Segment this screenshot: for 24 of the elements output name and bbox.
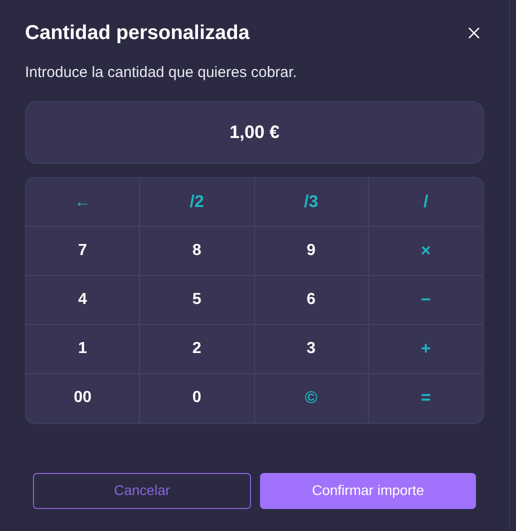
- keypad-key[interactable]: 9: [254, 226, 369, 276]
- keypad-key[interactable]: −: [368, 276, 483, 324]
- keypad-key[interactable]: /3: [254, 178, 369, 226]
- keypad-key[interactable]: 00: [26, 374, 140, 422]
- close-icon[interactable]: [468, 26, 482, 40]
- keypad-key[interactable]: 6: [254, 276, 369, 324]
- keypad-key[interactable]: /2: [140, 178, 254, 226]
- keypad-key[interactable]: +: [368, 324, 483, 374]
- keypad-key[interactable]: 4: [26, 276, 140, 324]
- amount-display: 1,00 €: [25, 100, 484, 164]
- keypad-key[interactable]: 3: [254, 324, 369, 374]
- dialog-subtitle: Introduce la cantidad que quieres cobrar.: [25, 63, 298, 83]
- keypad-key[interactable]: ©: [254, 374, 369, 422]
- keypad-key[interactable]: ×: [368, 226, 483, 276]
- dialog-title: Cantidad personalizada: [25, 21, 250, 46]
- keypad-key[interactable]: ←: [26, 178, 140, 226]
- keypad-key[interactable]: 5: [140, 276, 254, 324]
- keypad-key[interactable]: 7: [26, 226, 140, 276]
- keypad-key[interactable]: 8: [140, 226, 254, 276]
- keypad-key[interactable]: /: [368, 178, 483, 226]
- keypad-key[interactable]: 1: [26, 324, 140, 374]
- keypad-key[interactable]: 0: [140, 374, 254, 422]
- keypad-key[interactable]: 2: [140, 324, 254, 374]
- keypad-key[interactable]: =: [368, 374, 483, 422]
